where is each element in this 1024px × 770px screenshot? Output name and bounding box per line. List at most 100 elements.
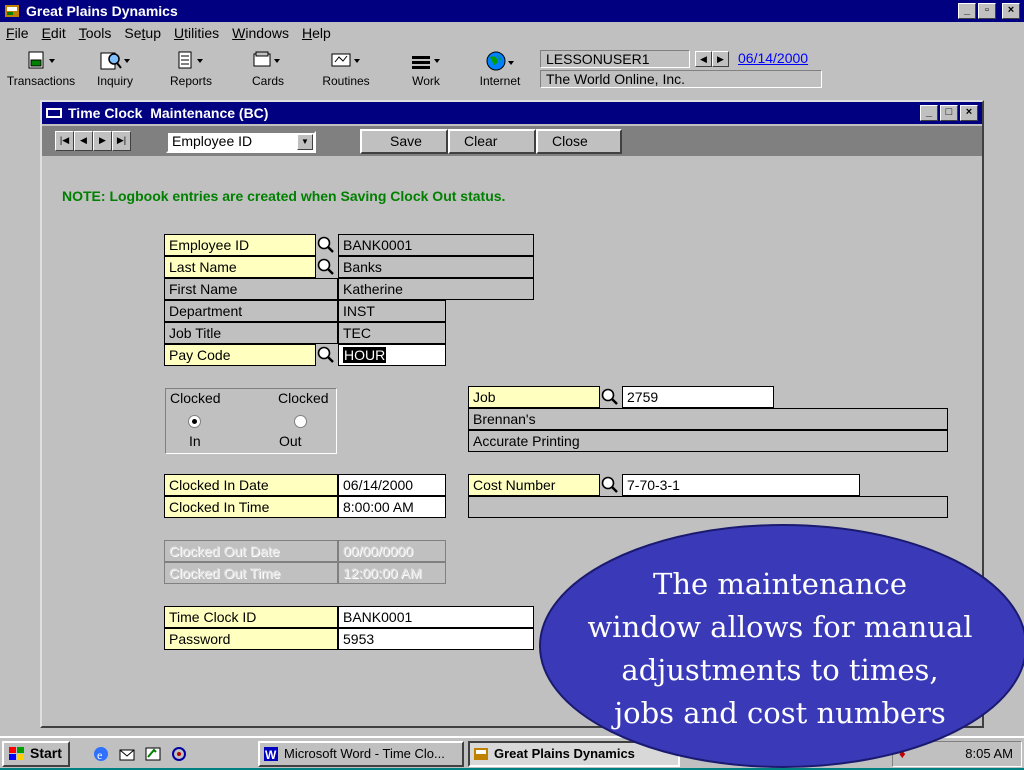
callout-text: The maintenance window allows for manual… bbox=[560, 563, 1000, 735]
restore-button[interactable]: ▫ bbox=[978, 3, 996, 19]
user-date-link[interactable]: 06/14/2000 bbox=[738, 50, 808, 66]
company-name: The World Online, Inc. bbox=[540, 70, 822, 88]
menu-item[interactable]: Utilities bbox=[168, 25, 226, 41]
pay-code-value: HOUR bbox=[343, 347, 387, 363]
clocked-out-radio-label: Out bbox=[279, 433, 302, 449]
outlook-express-icon[interactable] bbox=[118, 745, 136, 763]
minimize-button[interactable]: _ bbox=[958, 3, 976, 19]
reports-button[interactable]: Reports bbox=[166, 50, 216, 88]
cost-number-field[interactable]: 7-70-3-1 bbox=[622, 474, 860, 496]
job-title-label: Job Title bbox=[164, 322, 338, 344]
app-title: Great Plains Dynamics bbox=[26, 3, 178, 19]
main-toolbar: Transactions Inquiry Reports Cards Routi… bbox=[0, 46, 1024, 92]
clocked-status-group: Clocked Clocked In Out bbox=[165, 388, 337, 454]
clocked-out-radio[interactable] bbox=[294, 415, 307, 428]
menu-item[interactable]: Edit bbox=[36, 25, 73, 41]
clear-button[interactable]: Clear bbox=[448, 129, 536, 154]
child-close-button[interactable]: × bbox=[960, 105, 978, 121]
browse-by-value: Employee ID bbox=[172, 133, 253, 149]
menu-item[interactable]: File bbox=[0, 25, 36, 41]
job-lookup-icon[interactable] bbox=[600, 387, 620, 407]
first-record-button[interactable]: |◀ bbox=[55, 131, 74, 151]
logbook-note: NOTE: Logbook entries are created when S… bbox=[62, 188, 506, 204]
clocked-in-radio[interactable] bbox=[188, 415, 201, 428]
app-titlebar[interactable]: Great Plains Dynamics _ ▫ × bbox=[0, 0, 1024, 22]
transactions-button[interactable]: Transactions bbox=[6, 50, 76, 88]
password-field[interactable]: 5953 bbox=[338, 628, 534, 650]
time-clock-id-field[interactable]: BANK0001 bbox=[338, 606, 534, 628]
employee-id-lookup-icon[interactable] bbox=[316, 235, 336, 255]
next-record-button[interactable]: ▶ bbox=[93, 131, 112, 151]
browse-by-select[interactable]: Employee ID ▼ bbox=[166, 131, 316, 153]
routines-icon bbox=[331, 53, 360, 67]
date-next-button[interactable]: ▶ bbox=[712, 51, 729, 67]
department-field: INST bbox=[338, 300, 446, 322]
start-button[interactable]: Start bbox=[2, 741, 70, 767]
first-name-label: First Name bbox=[164, 278, 338, 300]
inquiry-button[interactable]: Inquiry bbox=[90, 50, 140, 88]
menu-item[interactable]: Tools bbox=[73, 25, 119, 41]
clocked-in-date-field[interactable]: 06/14/2000 bbox=[338, 474, 446, 496]
internet-button[interactable]: Internet bbox=[472, 50, 528, 88]
last-record-button[interactable]: ▶| bbox=[112, 131, 131, 151]
employee-id-label: Employee ID bbox=[164, 234, 316, 256]
date-previous-button[interactable]: ◀ bbox=[695, 51, 712, 67]
show-desktop-icon[interactable] bbox=[144, 745, 162, 763]
menu-item[interactable]: Windows bbox=[226, 25, 296, 41]
cards-button[interactable]: Cards bbox=[246, 50, 290, 88]
clocked-out-time-field: 12:00:00 AM bbox=[338, 562, 446, 584]
transactions-icon bbox=[28, 51, 55, 69]
svg-text:e: e bbox=[97, 748, 102, 762]
save-button[interactable]: Save bbox=[360, 129, 448, 154]
child-maximize-button[interactable]: □ bbox=[940, 105, 958, 121]
great-plains-logo-icon bbox=[5, 5, 19, 17]
routines-button[interactable]: Routines bbox=[318, 50, 374, 88]
clocked-out-date-label: Clocked Out Date bbox=[164, 540, 338, 562]
close-window-button[interactable]: Close bbox=[536, 129, 622, 154]
previous-record-button[interactable]: ◀ bbox=[74, 131, 93, 151]
employee-id-field[interactable]: BANK0001 bbox=[338, 234, 534, 256]
menu-item[interactable]: Setup bbox=[118, 25, 168, 41]
window-icon bbox=[46, 108, 62, 118]
windows-logo-icon bbox=[9, 747, 24, 760]
channels-icon[interactable] bbox=[170, 745, 188, 763]
menu-item[interactable]: Help bbox=[296, 25, 338, 41]
last-name-field[interactable]: Banks bbox=[338, 256, 534, 278]
callout-line: window allows for manual bbox=[587, 610, 973, 644]
callout-line: The maintenance bbox=[652, 567, 907, 601]
work-button[interactable]: Work bbox=[404, 50, 448, 88]
current-user: LESSONUSER1 bbox=[540, 50, 690, 68]
child-minimize-button[interactable]: _ bbox=[920, 105, 938, 121]
job-label: Job bbox=[468, 386, 600, 408]
clocked-out-time-label: Clocked Out Time bbox=[164, 562, 338, 584]
first-name-field: Katherine bbox=[338, 278, 534, 300]
callout-line: jobs and cost numbers bbox=[614, 696, 946, 730]
child-titlebar[interactable]: Time Clock Maintenance (BC) _ □ × bbox=[42, 102, 982, 124]
pay-code-lookup-icon[interactable] bbox=[316, 345, 336, 365]
job-description-line2: Accurate Printing bbox=[468, 430, 948, 452]
internet-explorer-icon[interactable]: e bbox=[92, 745, 110, 763]
user-info-box: LESSONUSER1 ◀ ▶ 06/14/2000 The World Onl… bbox=[540, 50, 822, 90]
clocked-out-heading: Clocked bbox=[278, 390, 329, 406]
start-label: Start bbox=[30, 745, 62, 761]
time-clock-id-label: Time Clock ID bbox=[164, 606, 338, 628]
chevron-down-icon[interactable]: ▼ bbox=[297, 134, 313, 150]
last-name-lookup-icon[interactable] bbox=[316, 257, 336, 277]
job-field[interactable]: 2759 bbox=[622, 386, 774, 408]
cost-number-lookup-icon[interactable] bbox=[600, 475, 620, 495]
clocked-in-heading: Clocked bbox=[170, 390, 221, 406]
svg-text:W: W bbox=[265, 748, 277, 762]
clocked-in-time-field[interactable]: 8:00:00 AM bbox=[338, 496, 446, 518]
task-microsoft-word[interactable]: W Microsoft Word - Time Clo... bbox=[258, 741, 464, 767]
child-toolbar: |◀ ◀ ▶ ▶| Employee ID ▼ Save Clear Close bbox=[42, 126, 982, 156]
child-title: Time Clock Maintenance (BC) bbox=[68, 105, 269, 121]
work-icon bbox=[412, 56, 440, 69]
clocked-out-date-field: 00/00/0000 bbox=[338, 540, 446, 562]
close-button[interactable]: × bbox=[1002, 3, 1020, 19]
department-label: Department bbox=[164, 300, 338, 322]
reports-icon bbox=[178, 51, 203, 69]
pay-code-field[interactable]: HOUR bbox=[338, 344, 446, 366]
password-label: Password bbox=[164, 628, 338, 650]
clocked-in-time-label: Clocked In Time bbox=[164, 496, 338, 518]
callout-line: adjustments to times, bbox=[621, 653, 939, 687]
